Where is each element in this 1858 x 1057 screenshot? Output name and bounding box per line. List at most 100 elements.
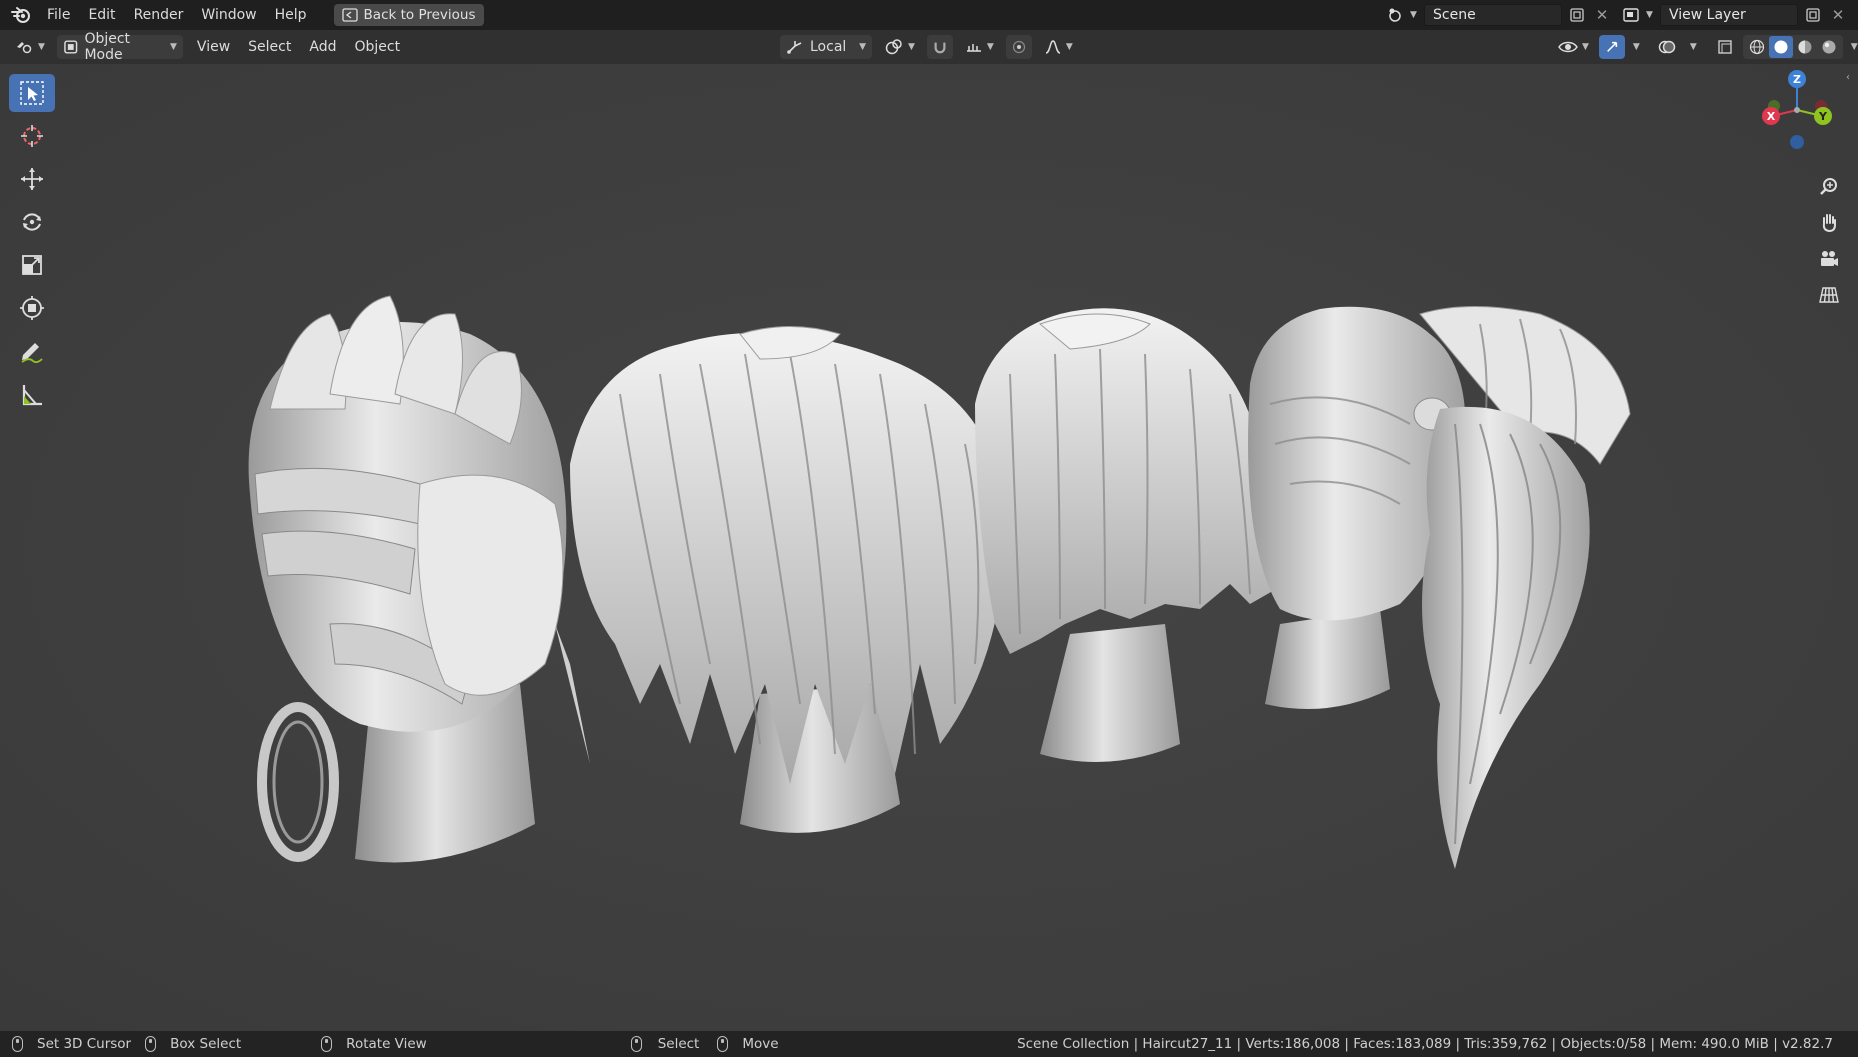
scene-statistics: Scene Collection | Haircut27_11 | Verts:…	[1017, 1036, 1833, 1052]
editor-type-icon	[17, 42, 32, 54]
mode-label: Object Mode	[84, 31, 131, 63]
mouse-right-icon	[717, 1036, 729, 1052]
gizmo-icon	[1606, 41, 1618, 52]
scale-icon	[22, 255, 42, 275]
view-layer-name-field[interactable]: View Layer	[1660, 4, 1798, 26]
wireframe-shading-button[interactable]	[1745, 36, 1769, 58]
rendered-shading-button[interactable]	[1817, 36, 1841, 58]
orientation-label: Local	[810, 39, 847, 55]
orientation-dropdown[interactable]: Local ▼	[780, 35, 872, 59]
rotate-icon	[23, 213, 41, 231]
status-bar: Set 3D Cursor Box Select Rotate View Sel…	[0, 1031, 1858, 1057]
select-menu[interactable]: Select	[242, 35, 297, 59]
view-layer-selector-icon[interactable]: ▼	[1622, 4, 1656, 26]
cursor-select-icon	[20, 81, 44, 105]
mode-dropdown[interactable]: Object Mode ▼	[56, 31, 183, 63]
z-label: Z	[1793, 72, 1801, 86]
pan-button[interactable]	[1814, 208, 1844, 238]
back-to-previous-label: Back to Previous	[363, 7, 476, 23]
view-menu[interactable]: View	[191, 35, 236, 59]
y-label: Y	[1819, 109, 1827, 123]
solid-shading-button[interactable]	[1768, 36, 1793, 58]
mouse-left-icon	[12, 1036, 23, 1052]
pivot-point-button[interactable]: ▼	[878, 35, 921, 59]
back-to-previous-button[interactable]: Back to Previous	[333, 4, 484, 26]
mouse-drag-icon	[145, 1036, 157, 1052]
gizmo-x-axis[interactable]: X	[1762, 107, 1780, 125]
x-label: X	[1766, 109, 1776, 123]
menu-help[interactable]: Help	[266, 0, 316, 30]
zoom-button[interactable]	[1814, 172, 1844, 202]
proportional-edit-toggle[interactable]	[1005, 35, 1032, 59]
hint-select: Select	[630, 1036, 699, 1052]
hint-box-select-label: Box Select	[170, 1036, 242, 1052]
overlays-toggle[interactable]	[1652, 35, 1682, 59]
gizmo-toggle[interactable]	[1598, 35, 1625, 59]
shading-dropdown[interactable]: ▼	[1851, 42, 1858, 52]
solid-icon	[1774, 40, 1788, 54]
gizmo-dropdown[interactable]: ▼	[1633, 42, 1640, 52]
hint-set-3d-cursor-label: Set 3D Cursor	[37, 1036, 132, 1052]
measure-tool[interactable]	[9, 376, 55, 414]
scene-name-field[interactable]: Scene	[1424, 4, 1562, 26]
xray-toggle[interactable]	[1711, 35, 1739, 59]
camera-view-button[interactable]	[1814, 244, 1844, 274]
mouse-click-icon	[630, 1036, 642, 1052]
hint-box-select: Box Select	[145, 1036, 241, 1052]
view-layer-new-icon[interactable]	[1802, 4, 1824, 26]
snap-target-button[interactable]: ▼	[959, 35, 1000, 59]
camera-icon	[1821, 251, 1838, 266]
viewport-render	[0, 64, 1858, 1031]
falloff-button[interactable]: ▼	[1038, 35, 1079, 59]
mouse-middle-icon	[321, 1036, 333, 1052]
falloff-curve-icon	[1045, 40, 1061, 54]
menu-window[interactable]: Window	[192, 0, 265, 30]
scene-name: Scene	[1433, 7, 1476, 23]
snap-toggle[interactable]	[926, 35, 953, 59]
overlays-dropdown[interactable]: ▼	[1690, 42, 1697, 52]
object-mode-icon	[64, 40, 78, 54]
annotate-icon	[21, 343, 43, 364]
hint-move-label: Move	[742, 1036, 779, 1052]
select-box-tool[interactable]	[9, 74, 55, 112]
hint-rotate-view: Rotate View	[321, 1036, 427, 1052]
back-icon	[341, 8, 358, 22]
gizmo-z-axis[interactable]: Z	[1788, 70, 1806, 88]
menu-edit[interactable]: Edit	[79, 0, 124, 30]
perspective-toggle-button[interactable]	[1814, 280, 1844, 310]
gizmo-y-axis[interactable]: Y	[1814, 107, 1832, 125]
tool-shelf	[9, 74, 57, 419]
top-menu-bar: File Edit Render Window Help Back to Pre…	[0, 0, 1858, 30]
zoom-icon	[1820, 178, 1837, 195]
object-menu[interactable]: Object	[348, 35, 406, 59]
navigation-gizmo[interactable]: Z X Y	[1752, 70, 1846, 154]
hand-icon	[1822, 214, 1836, 233]
scene-selector-icon[interactable]: ▼	[1386, 4, 1420, 26]
add-menu[interactable]: Add	[303, 35, 342, 59]
menu-file[interactable]: File	[38, 0, 79, 30]
proportional-edit-icon	[1012, 40, 1025, 54]
scale-tool[interactable]	[9, 246, 55, 284]
cursor-tool[interactable]	[9, 117, 55, 155]
menu-render[interactable]: Render	[125, 0, 193, 30]
hint-move: Move	[717, 1036, 779, 1052]
local-orientation-icon	[787, 41, 802, 54]
move-tool[interactable]	[9, 160, 55, 198]
visibility-button[interactable]: ▼	[1552, 35, 1595, 59]
view-layer-name: View Layer	[1669, 7, 1746, 23]
blender-logo-icon[interactable]	[4, 0, 38, 30]
view-layer-close-icon[interactable]: ✕	[1828, 4, 1848, 26]
scene-close-icon[interactable]: ✕	[1592, 4, 1612, 26]
3d-viewport[interactable]: Z X Y ‹	[0, 64, 1858, 1031]
annotate-tool[interactable]	[9, 333, 55, 371]
overlays-icon	[1658, 40, 1676, 54]
editor-type-button[interactable]: ▼	[8, 35, 51, 59]
hint-set-3d-cursor: Set 3D Cursor	[12, 1036, 131, 1052]
sidebar-toggle-icon[interactable]: ‹	[1846, 72, 1858, 86]
material-shading-button[interactable]	[1793, 36, 1817, 58]
rotate-tool[interactable]	[9, 203, 55, 241]
scene-new-icon[interactable]	[1566, 4, 1588, 26]
transform-tool[interactable]	[9, 289, 55, 327]
viewport-header: ▼ Object Mode ▼ View Select Add Object L…	[0, 30, 1858, 64]
hint-rotate-view-label: Rotate View	[346, 1036, 427, 1052]
